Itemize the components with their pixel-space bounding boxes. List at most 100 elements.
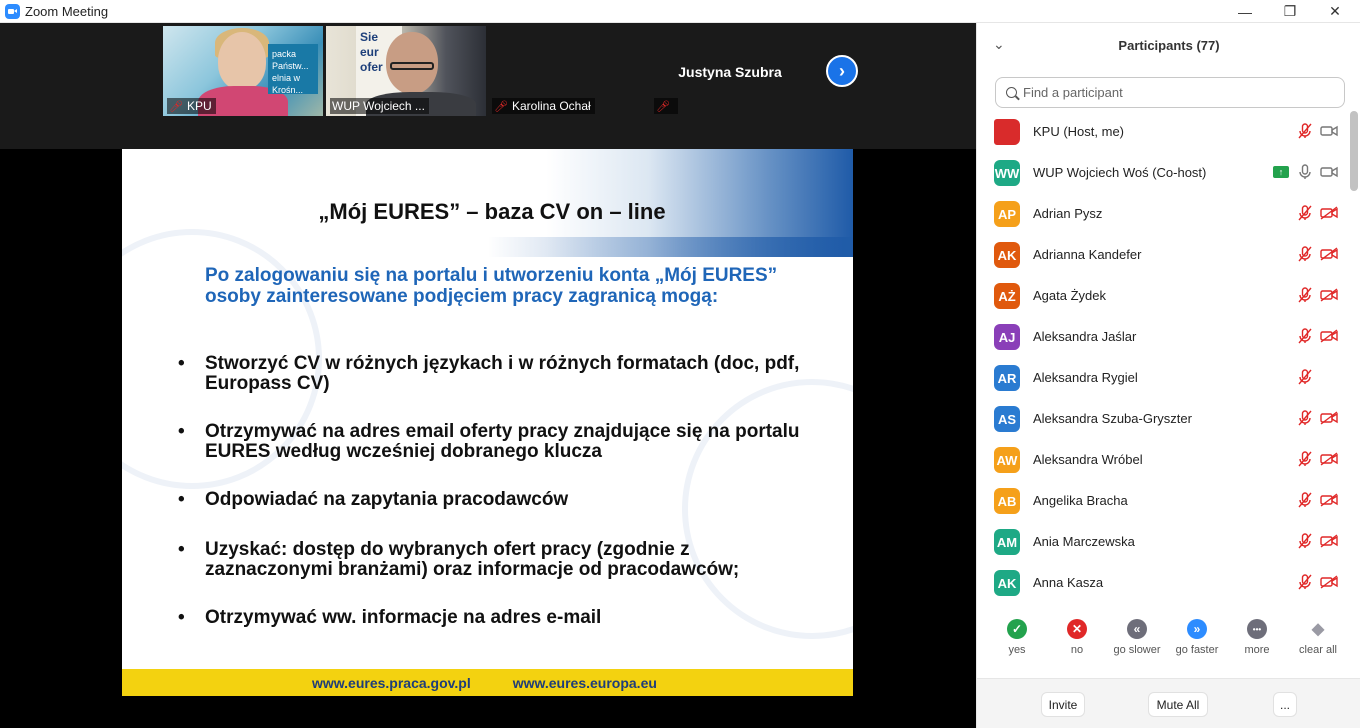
participant-row[interactable]: AM Ania Marczewska [977,521,1349,562]
mic-muted-icon[interactable] [1295,409,1315,427]
mic-muted-icon[interactable] [1295,122,1315,140]
camera-icon[interactable] [1319,163,1339,181]
more-options-button[interactable]: ... [1273,692,1297,717]
video-tile-label: WUP Wojciech ... [330,98,429,114]
camera-off-icon[interactable] [1319,204,1339,222]
video-tile-karolina[interactable]: 🎤︎ Karolina Ochał [488,26,648,116]
participant-row[interactable]: AJ Aleksandra Jaślar [977,316,1349,357]
camera-off-icon[interactable] [1319,409,1339,427]
participant-row[interactable]: KPU (Host, me) [977,111,1349,152]
video-tile-name: WUP Wojciech ... [332,99,425,113]
participant-row[interactable]: AW Aleksandra Wróbel [977,439,1349,480]
participant-row[interactable]: AP Adrian Pysz [977,193,1349,234]
avatar [994,119,1020,145]
slide-bullet: • Otrzymywać na adres email oferty pracy… [178,422,818,462]
minimize-button[interactable]: — [1222,0,1268,23]
participant-name: Aleksandra Szuba-Gryszter [1033,411,1192,426]
camera-off-icon[interactable] [1319,286,1339,304]
reaction-no[interactable]: ✕ no [1047,619,1107,656]
search-input[interactable] [1023,85,1323,100]
search-icon [1006,87,1017,98]
mute-all-button[interactable]: Mute All [1148,692,1208,717]
participant-name: Agata Żydek [1033,288,1106,303]
participant-row[interactable]: WW WUP Wojciech Woś (Co-host) ↑ [977,152,1349,193]
participant-name: Adrianna Kandefer [1033,247,1142,262]
mic-muted-icon[interactable] [1295,368,1315,386]
mic-muted-icon[interactable] [1295,286,1315,304]
camera-off-icon[interactable] [1319,450,1339,468]
video-tile-name: KPU [186,99,212,113]
video-tile-kpu[interactable]: packa Państw... elnia w Krośn... 🎤︎ KPU [163,26,323,116]
reaction-go-slower[interactable]: « go slower [1107,619,1167,656]
video-tile-name: Justyna Szubra [678,64,782,80]
reaction-more[interactable]: ••• more [1227,619,1287,656]
participants-panel: ⌄ Participants (77) KPU (Host, me) WW WUP … [976,23,1360,728]
slide-title: „Mój EURES” – baza CV on – line [318,199,666,224]
bullet-marker: • [178,421,185,442]
participant-name: Ania Marczewska [1033,534,1135,549]
mic-muted-icon[interactable] [1295,450,1315,468]
video-person [218,32,266,90]
mic-muted-icon[interactable] [1295,573,1315,591]
next-page-button[interactable]: › [826,55,858,87]
video-background-sign: packa Państw... elnia w Krośn... [268,44,318,95]
participant-row[interactable]: AR Aleksandra Rygiel [977,357,1349,398]
video-tile-label: 🎤︎ Karolina Ochał [492,98,595,114]
video-tile-justyna[interactable]: Justyna Szubra 🎤︎ [650,26,810,116]
participants-title: Participants (77) [1118,38,1220,53]
participant-list: KPU (Host, me) WW WUP Wojciech Woś (Co-hos… [977,111,1349,603]
participants-header: ⌄ Participants (77) [977,23,1360,67]
participant-name: Aleksandra Rygiel [1033,370,1138,385]
mic-muted-icon[interactable] [1295,245,1315,263]
camera-off-icon[interactable] [1319,491,1339,509]
camera-off-icon[interactable] [1319,532,1339,550]
maximize-button[interactable]: ❐ [1267,0,1313,23]
bullet-text: Odpowiadać na zapytania pracodawców [205,489,569,510]
mic-muted-icon[interactable] [1295,204,1315,222]
participants-footer: Invite Mute All ... [977,678,1360,728]
slide-footer: www.eures.praca.gov.pl www.eures.europa.… [122,669,853,696]
shared-slide: „Mój EURES” – baza CV on – line Po zalog… [122,149,853,696]
mic-icon[interactable] [1295,163,1315,181]
video-tile-name: Karolina Ochał [511,99,591,113]
reaction-icon: ◆ [1311,621,1325,638]
mic-muted-icon[interactable] [1295,491,1315,509]
participant-row[interactable]: AB Angelika Bracha [977,480,1349,521]
reaction-yes[interactable]: ✓ yes [987,619,1047,656]
participant-row[interactable]: AK Anna Kasza [977,562,1349,603]
camera-off-icon[interactable] [1319,327,1339,345]
bullet-marker: • [178,539,185,560]
bullet-text: Stworzyć CV w różnych językach i w różny… [205,353,800,394]
participant-row[interactable]: AK Adrianna Kandefer [977,234,1349,275]
participant-name: Adrian Pysz [1033,206,1103,221]
camera-icon[interactable] [1319,122,1339,140]
video-tile-wup[interactable]: Sie eur ofer WUP Wojciech ... [326,26,486,116]
slide-bullet: • Odpowiadać na zapytania pracodawców [178,490,818,510]
mic-muted-icon[interactable] [1295,327,1315,345]
chevron-right-icon: › [839,60,845,81]
camera-off-icon[interactable] [1319,573,1339,591]
participant-row[interactable]: AS Aleksandra Szuba-Gryszter [977,398,1349,439]
reaction-go-faster[interactable]: » go faster [1167,619,1227,656]
close-button[interactable]: ✕ [1312,0,1358,23]
avatar: AŻ [994,283,1020,309]
invite-button[interactable]: Invite [1041,692,1085,717]
reaction-clear-all[interactable]: ◆ clear all [1288,619,1348,656]
video-strip: packa Państw... elnia w Krośn... 🎤︎ KPU … [0,23,976,149]
avatar: AK [994,242,1020,268]
participant-search[interactable] [995,77,1345,108]
reaction-label: yes [1008,644,1026,656]
participant-name: Aleksandra Wróbel [1033,452,1143,467]
footer-link-europa: www.eures.europa.eu [512,674,657,691]
reaction-icon: » [1187,619,1207,639]
participant-row[interactable]: AŻ Agata Żydek [977,275,1349,316]
avatar: AW [994,447,1020,473]
participant-list-scrollbar[interactable] [1350,111,1358,191]
slide-bullet: • Otrzymywać ww. informacje na adres e-m… [178,608,818,628]
avatar: WW [994,160,1020,186]
participant-name: WUP Wojciech Woś (Co-host) [1033,165,1207,180]
camera-off-icon[interactable] [1319,245,1339,263]
reaction-icon: ✕ [1067,619,1087,639]
screen-share-icon: ↑ [1271,163,1291,181]
mic-muted-icon[interactable] [1295,532,1315,550]
